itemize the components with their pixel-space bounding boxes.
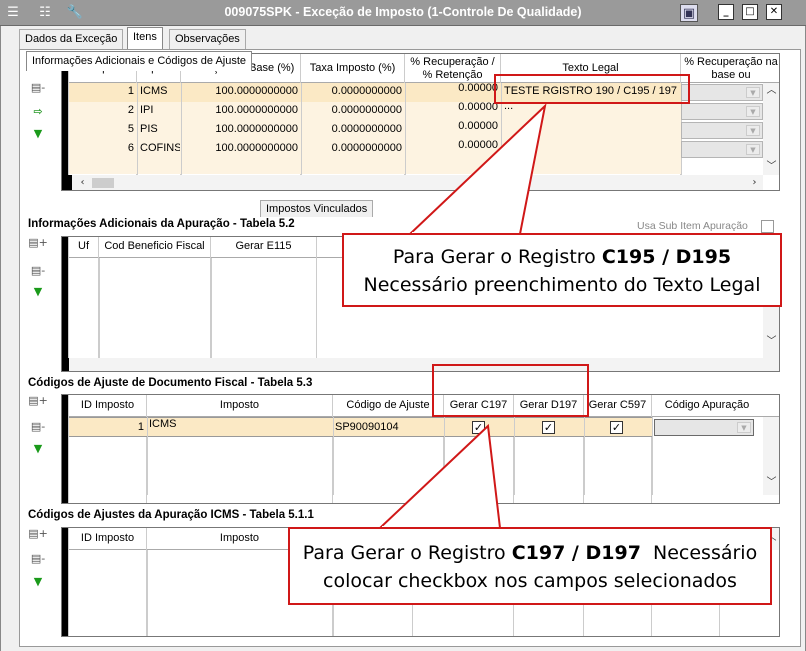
pointer-c197 (377, 423, 502, 529)
callout-c195: Para Gerar o Registro C195 / D195 Necess… (342, 233, 782, 307)
callout-c197-bold: C197 / D197 (511, 542, 641, 564)
callout-c197-pre: Para Gerar o Registro (302, 542, 512, 564)
pointer-c195 (407, 103, 547, 235)
callout-c195-line2: Necessário preenchimento do Texto Legal (363, 274, 761, 296)
callout-c197-line2: colocar checkbox nos campos selecionados (323, 570, 737, 592)
callout-c197-post: Necessário (640, 542, 758, 564)
callout-c197: Para Gerar o Registro C197 / D197 Necess… (288, 527, 772, 605)
callout-c195-pre: Para Gerar o Registro (392, 246, 602, 268)
callout-c195-bold: C195 / D195 (601, 246, 732, 268)
